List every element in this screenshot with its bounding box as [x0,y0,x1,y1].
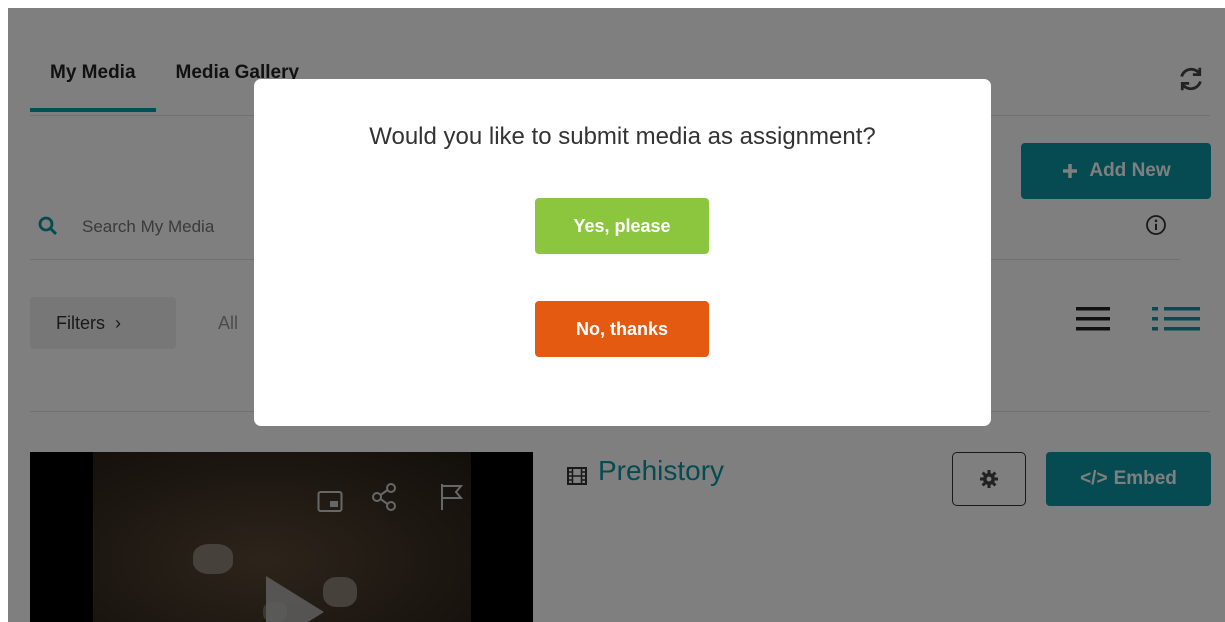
yes-button[interactable]: Yes, please [535,198,709,254]
dialog-question: Would you like to submit media as assign… [369,123,876,150]
no-button[interactable]: No, thanks [535,301,709,357]
submit-assignment-dialog: Would you like to submit media as assign… [254,79,991,426]
